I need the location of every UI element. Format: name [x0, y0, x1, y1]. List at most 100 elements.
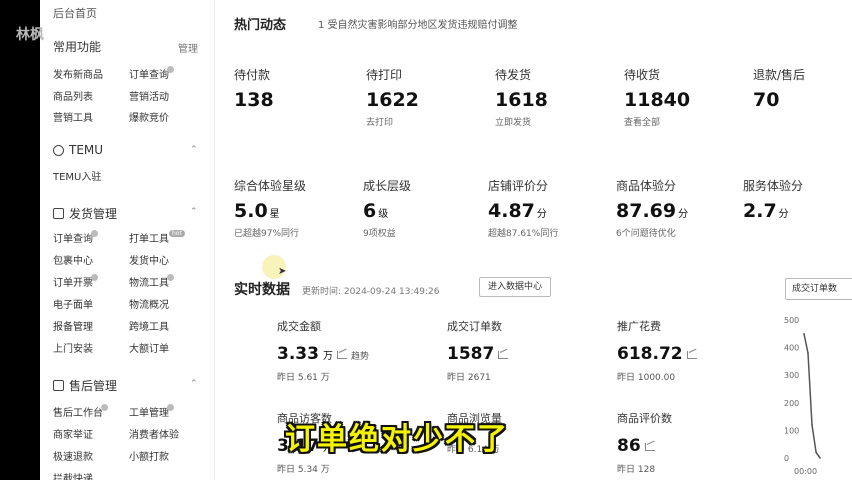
score-sub: 6个问题待优化: [616, 229, 676, 239]
realtime-data-title: 实时数据: [234, 282, 290, 298]
order-trend-chart: 成交订单数 500 400 300 200 100 0 00:00: [782, 270, 852, 480]
score-value: 5.0: [234, 200, 268, 222]
sidebar-item-installation[interactable]: 上门安装: [53, 340, 93, 355]
main-content: 热门动态 1 受自然灾害影响部分地区发货违规赔付调整 待付款 138 待打印 1…: [220, 0, 852, 480]
sidebar-item-aftersale-desk[interactable]: 售后工作台: [53, 404, 108, 419]
aftersale-label: 售后管理: [69, 379, 118, 393]
y-tick-label: 500: [784, 316, 799, 325]
sidebar-item-label: 订单开票: [53, 278, 93, 289]
sidebar-item-temu-join[interactable]: TEMU入驻: [53, 168, 101, 183]
sidebar-item-shipping-center[interactable]: 发货中心: [129, 252, 169, 267]
chevron-up-icon[interactable]: ⌃: [190, 379, 198, 389]
metric-unit: 万: [322, 351, 333, 362]
sidebar-item-ticket-manage[interactable]: 工单管理: [129, 404, 174, 419]
score-label: 服务体验分: [743, 179, 804, 193]
stat-pending-receive[interactable]: 待收货 11840 查看全部: [624, 66, 690, 128]
sidebar-item-fast-refund[interactable]: 极速退款: [53, 448, 93, 463]
metric-value: 1587: [447, 344, 495, 364]
score-growth-level[interactable]: 成长层级 6级 9项权益: [363, 177, 411, 239]
stat-value: 70: [753, 89, 780, 111]
stat-label: 退款/售后: [753, 68, 806, 82]
trend-chart-icon[interactable]: [644, 443, 655, 451]
stat-label: 待打印: [366, 68, 403, 82]
hot-badge: hot: [169, 230, 185, 237]
seller-backend-window: 后台首页 常用功能 管理 发布新商品 订单查询 商品列表 营销活动 营销工具 爆…: [40, 0, 852, 480]
sidebar-item-logistics-overview[interactable]: 物流概况: [129, 296, 169, 311]
metric-gmv[interactable]: 成交金额 3.33 万 趋势 昨日 5.61 万: [277, 318, 369, 383]
sidebar-item-large-orders[interactable]: 大额订单: [129, 340, 169, 355]
score-overall-star[interactable]: 综合体验星级 5.0 星 已超越97%同行: [234, 177, 306, 239]
sidebar-item-consumer-experience[interactable]: 消费者体验: [129, 426, 179, 441]
ship-now-link[interactable]: 立即发货: [495, 115, 548, 128]
sidebar-home-link[interactable]: 后台首页: [53, 5, 97, 21]
mouse-pointer-icon: ➤: [278, 266, 287, 277]
stat-label: 待收货: [624, 68, 661, 82]
trend-link[interactable]: 趋势: [351, 349, 369, 362]
metric-value: 86: [617, 436, 641, 456]
metric-label: 成交订单数: [447, 320, 502, 333]
metric-label: 商品评价数: [617, 412, 672, 425]
metric-order-count[interactable]: 成交订单数 1587 昨日 2671: [447, 318, 509, 383]
score-service-experience[interactable]: 服务体验分 2.7 分: [743, 177, 803, 222]
sidebar-item-label: 售后工作台: [53, 408, 103, 419]
stat-value: 11840: [624, 89, 691, 111]
metric-promotion-cost[interactable]: 推广花费 618.72 昨日 1000.00: [617, 318, 697, 383]
aftersale-section-title[interactable]: 售后管理: [53, 377, 117, 394]
notification-dot: [167, 274, 174, 281]
go-print-link[interactable]: 去打印: [366, 115, 419, 128]
order-count-series-line: [803, 333, 821, 459]
chevron-up-icon[interactable]: ⌃: [190, 145, 198, 155]
sidebar-item-marketing-activity[interactable]: 营销活动: [129, 88, 169, 103]
sidebar-item-small-payment[interactable]: 小额打款: [129, 448, 169, 463]
metric-label: 推广花费: [617, 320, 661, 333]
sidebar-item-report[interactable]: 报备管理: [53, 318, 93, 333]
y-tick-label: 300: [784, 371, 799, 380]
temu-section-title[interactable]: TEMU: [53, 143, 103, 157]
stat-refund-aftersale[interactable]: 退款/售后 70: [753, 66, 805, 111]
sidebar-item-intercept-express[interactable]: 拦截快递: [53, 470, 93, 480]
sidebar-item-publish[interactable]: 发布新商品: [53, 66, 103, 81]
metric-value: 618.72: [617, 344, 683, 364]
shipping-section-title[interactable]: 发货管理: [53, 205, 117, 222]
sidebar-item-bidding[interactable]: 爆款竞价: [129, 109, 169, 124]
sidebar-item-invoice[interactable]: 订单开票: [53, 274, 98, 289]
shipping-label: 发货管理: [69, 207, 118, 221]
chevron-up-icon[interactable]: ⌃: [190, 207, 198, 217]
notice-link[interactable]: 1 受自然灾害影响部分地区发货违规赔付调整: [318, 16, 518, 31]
sidebar-item-marketing-tools[interactable]: 营销工具: [53, 109, 93, 124]
manage-link[interactable]: 管理: [178, 40, 198, 55]
sidebar-item-e-waybill[interactable]: 电子面单: [53, 296, 93, 311]
trend-chart-icon[interactable]: [336, 351, 347, 359]
view-all-link[interactable]: 查看全部: [624, 115, 690, 128]
sidebar-item-package-center[interactable]: 包裹中心: [53, 252, 93, 267]
trend-chart-icon[interactable]: [498, 351, 509, 359]
score-value: 6: [363, 200, 377, 222]
sidebar: 后台首页 常用功能 管理 发布新商品 订单查询 商品列表 营销活动 营销工具 爆…: [40, 0, 215, 480]
trend-chart-icon[interactable]: [686, 351, 697, 359]
sidebar-item-merchant-evidence[interactable]: 商家举证: [53, 426, 93, 441]
sidebar-item-logistics-tools[interactable]: 物流工具: [129, 274, 174, 289]
sidebar-item-label: 工单管理: [129, 408, 169, 419]
stat-pending-print[interactable]: 待打印 1622 去打印: [366, 66, 419, 128]
stat-pending-payment[interactable]: 待付款 138: [234, 66, 274, 111]
hot-news-title: 热门动态: [234, 18, 287, 33]
score-unit: 级: [378, 209, 389, 220]
metric-product-reviews[interactable]: 商品评价数 86 昨日 128: [617, 410, 672, 475]
score-product-experience[interactable]: 商品体验分 87.69 分 6个问题待优化: [616, 177, 688, 239]
common-functions-title: 常用功能: [53, 38, 101, 55]
metric-yesterday: 昨日 2671: [447, 373, 491, 383]
score-unit: 分: [778, 209, 789, 220]
sidebar-item-print-tool[interactable]: 打单工具hot: [129, 230, 185, 245]
y-tick-label: 0: [784, 454, 789, 463]
sidebar-item-order-query[interactable]: 订单查询: [129, 66, 174, 81]
chart-point: [819, 457, 821, 459]
sidebar-item-crossborder-tools[interactable]: 跨境工具: [129, 318, 169, 333]
sidebar-item-label: 物流工具: [129, 278, 169, 289]
sidebar-item-product-list[interactable]: 商品列表: [53, 88, 93, 103]
score-shop-rating[interactable]: 店铺评价分 4.87 分 超越87.61%同行: [488, 177, 558, 239]
enter-data-center-button[interactable]: 进入数据中心: [479, 277, 551, 297]
stat-pending-ship[interactable]: 待发货 1618 立即发货: [495, 66, 548, 128]
temu-logo-icon: [53, 144, 64, 156]
metric-yesterday: 昨日 5.61 万: [277, 373, 330, 383]
sidebar-item-order-query-2[interactable]: 订单查询: [53, 230, 98, 245]
